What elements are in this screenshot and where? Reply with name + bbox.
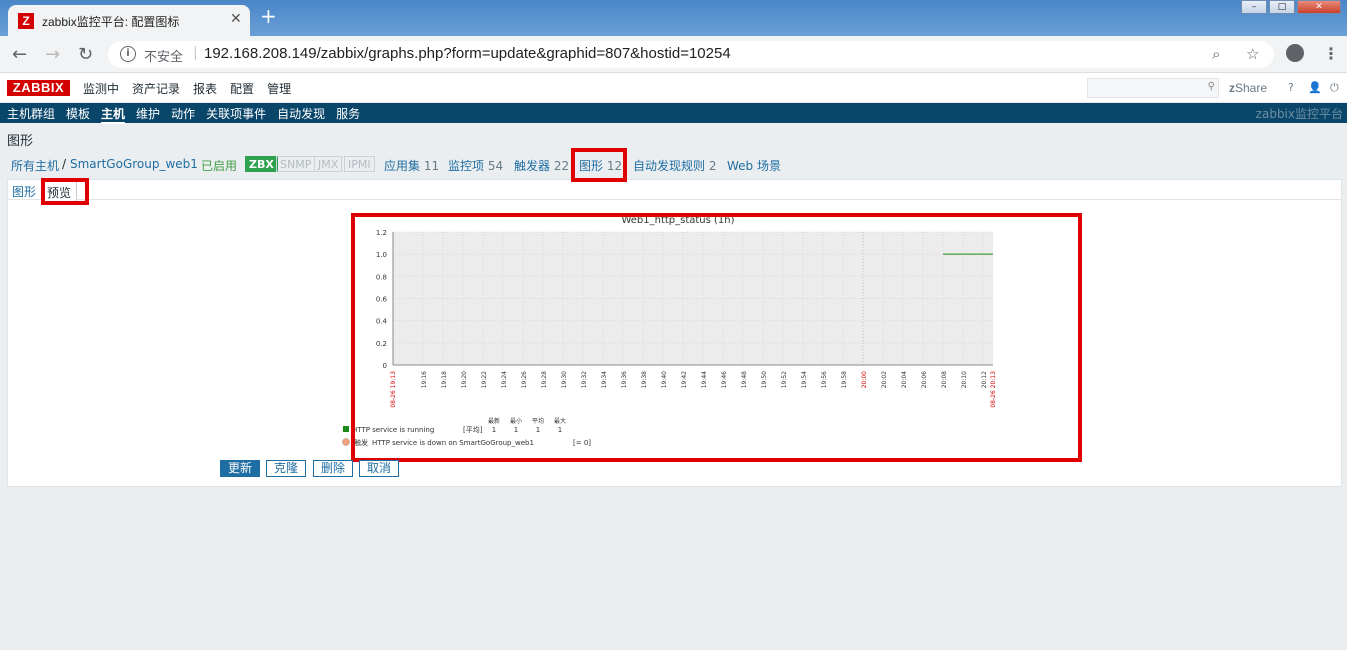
new-tab-icon[interactable]: + xyxy=(260,6,277,26)
menu-inventory[interactable]: 资产记录 xyxy=(132,80,180,97)
tab-title: zabbix监控平台: 配置图标 xyxy=(42,15,180,29)
link-count: 22 xyxy=(553,159,570,173)
submenu-maintenance[interactable]: 维护 xyxy=(136,105,160,124)
link-count: 2 xyxy=(708,159,717,173)
tab-divider xyxy=(8,199,1341,200)
user-profile-icon[interactable]: 👤 xyxy=(1308,81,1322,94)
sub-menu: 主机群组 模板 主机 维护 动作 关联项事件 自动发现 服务 zabbix监控平… xyxy=(0,103,1347,124)
link-label: 应用集 xyxy=(384,159,421,173)
security-label: 不安全 xyxy=(144,49,184,64)
link-triggers[interactable]: 触发器 22 xyxy=(514,157,569,174)
menu-reports[interactable]: 报表 xyxy=(193,80,217,97)
minimize-icon[interactable]: – xyxy=(1241,0,1267,14)
breadcrumb-host[interactable]: SmartGoGroup_web1 xyxy=(70,157,198,171)
search-input[interactable]: ⚲ xyxy=(1087,78,1219,98)
top-menu: 监测中 资产记录 报表 配置 管理 xyxy=(83,80,291,97)
interface-ipmi-badge: IPMI xyxy=(344,156,375,172)
reload-icon[interactable]: ↻ xyxy=(78,44,93,65)
info-icon[interactable]: i xyxy=(120,46,136,62)
back-icon[interactable]: ← xyxy=(12,44,27,65)
submenu-services[interactable]: 服务 xyxy=(336,105,360,124)
update-button[interactable]: 更新 xyxy=(220,460,260,477)
interface-snmp-badge: SNMP xyxy=(276,156,316,172)
logout-icon[interactable]: ⏻ xyxy=(1330,81,1339,95)
delete-button[interactable]: 删除 xyxy=(313,460,353,477)
link-label: 自动发现规则 xyxy=(633,159,706,173)
clone-button[interactable]: 克隆 xyxy=(266,460,306,477)
submenu-hosts[interactable]: 主机 xyxy=(101,105,126,124)
page-title: 图形 xyxy=(7,134,34,149)
link-label: Web 场景 xyxy=(727,159,781,173)
submenu-host-groups[interactable]: 主机群组 xyxy=(7,105,55,124)
bookmark-star-icon[interactable]: ☆ xyxy=(1246,45,1259,63)
zoom-icon[interactable]: ⌕ xyxy=(1212,45,1220,63)
browser-menu-icon[interactable]: ⋮ xyxy=(1323,44,1339,63)
search-icon[interactable]: ⚲ xyxy=(1208,81,1215,92)
host-status[interactable]: 已启用 xyxy=(201,157,237,174)
window-close-icon[interactable]: ✕ xyxy=(1297,0,1341,14)
submenu-templates[interactable]: 模板 xyxy=(66,105,90,124)
highlight-preview-tab xyxy=(41,178,89,205)
interface-jmx-badge: JMX xyxy=(314,156,343,172)
browser-toolbar: ← → ↻ i 不安全 | 192.168.208.149/zabbix/gra… xyxy=(0,36,1347,73)
zabbix-favicon-icon: Z xyxy=(18,13,34,29)
tab-graph[interactable]: 图形 xyxy=(7,181,41,203)
submenu-discovery[interactable]: 自动发现 xyxy=(277,105,325,124)
zabbix-header: ZABBIX 监测中 资产记录 报表 配置 管理 ⚲ zShare ? 👤 ⏻ xyxy=(0,73,1347,103)
interface-zbx-badge: ZBX xyxy=(245,156,278,172)
link-items[interactable]: 监控项 54 xyxy=(448,157,503,174)
breadcrumb-separator: / xyxy=(62,157,67,171)
link-applications[interactable]: 应用集 11 xyxy=(384,157,439,174)
highlight-graph xyxy=(351,213,1082,462)
help-icon[interactable]: ? xyxy=(1288,81,1294,94)
link-discovery-rules[interactable]: 自动发现规则 2 xyxy=(633,157,716,174)
breadcrumb-all-hosts[interactable]: 所有主机 xyxy=(11,157,59,174)
browser-tabstrip: Z zabbix监控平台: 配置图标 ✕ + – □ ✕ xyxy=(0,0,1347,36)
menu-administration[interactable]: 管理 xyxy=(267,80,291,97)
cancel-button[interactable]: 取消 xyxy=(359,460,399,477)
link-label: 监控项 xyxy=(448,159,485,173)
menu-configuration[interactable]: 配置 xyxy=(230,80,254,97)
trigger-marker xyxy=(342,438,350,446)
highlight-graphs-link xyxy=(571,148,627,182)
address-bar[interactable]: i 不安全 | 192.168.208.149/zabbix/graphs.ph… xyxy=(108,41,1274,68)
submenu-correlation[interactable]: 关联项事件 xyxy=(206,105,266,124)
maximize-icon[interactable]: □ xyxy=(1269,0,1295,14)
url-separator: | xyxy=(193,45,198,61)
link-label: 触发器 xyxy=(514,159,551,173)
account-icon[interactable] xyxy=(1286,44,1304,62)
window-controls: – □ ✕ xyxy=(1241,0,1341,14)
share-link[interactable]: zShare xyxy=(1229,81,1267,95)
host-navigation: 所有主机 / SmartGoGroup_web1 已启用 应用集 11 监控项 … xyxy=(0,150,1347,178)
submenu-actions[interactable]: 动作 xyxy=(171,105,195,124)
forward-icon[interactable]: → xyxy=(45,44,60,65)
share-label: Share xyxy=(1235,81,1268,95)
link-web-scenarios[interactable]: Web 场景 xyxy=(727,157,781,174)
link-count: 11 xyxy=(423,159,440,173)
legend-swatch xyxy=(343,426,349,432)
browser-tab[interactable]: Z zabbix监控平台: 配置图标 ✕ xyxy=(8,5,250,36)
server-name: zabbix监控平台 xyxy=(1255,107,1343,121)
tab-close-icon[interactable]: ✕ xyxy=(230,11,242,27)
url-text[interactable]: 192.168.208.149/zabbix/graphs.php?form=u… xyxy=(204,45,731,62)
link-count: 54 xyxy=(487,159,504,173)
zabbix-logo[interactable]: ZABBIX xyxy=(7,80,70,96)
menu-monitoring[interactable]: 监测中 xyxy=(83,80,119,97)
